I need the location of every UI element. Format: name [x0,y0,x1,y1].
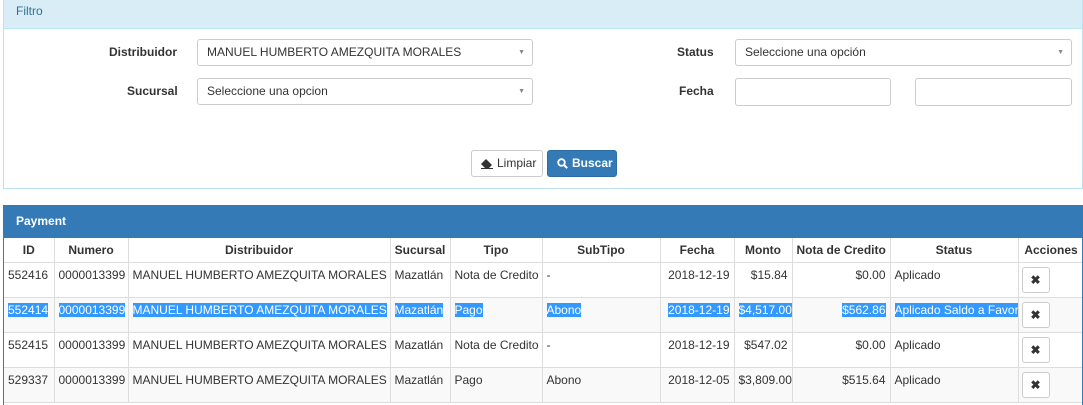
filter-heading: Filtro [4,0,1082,29]
column-header[interactable]: Sucursal [389,238,451,263]
table-cell: $0.00 [791,331,891,368]
table-cell: $4,517.00 [733,296,793,333]
table-cell: Mazatlán [389,296,451,333]
buscar-button[interactable]: Buscar [547,150,617,177]
sucursal-select[interactable]: Seleccione una opcion ▼ [197,78,533,105]
table-cell: MANUEL HUMBERTO AMEZQUITA MORALES [127,331,391,368]
chevron-down-icon: ▼ [518,49,525,56]
actions-cell: ✖ [1017,261,1082,298]
delete-button[interactable]: ✖ [1021,301,1050,328]
fecha-hasta-input[interactable] [915,78,1072,106]
column-header[interactable]: Tipo [449,238,543,263]
filter-panel: Filtro Distribuidor MANUEL HUMBERTO AMEZ… [3,0,1083,189]
column-header[interactable]: Status [889,238,1019,263]
times-icon: ✖ [1030,377,1041,392]
table-row[interactable]: 552415 0000013399 MANUEL HUMBERTO AMEZQUIT… [4,331,1082,368]
distribuidor-select[interactable]: MANUEL HUMBERTO AMEZQUITA MORALES ▼ [197,39,533,66]
table-cell: Pago [449,296,543,333]
distribuidor-label: Distribuidor [109,45,177,59]
table-cell: $547.02 [733,331,793,368]
column-header[interactable]: Distribuidor [127,238,391,263]
sucursal-select-value: Seleccione una opcion [207,84,328,98]
table-cell: 552415 [4,331,55,368]
eraser-icon [481,158,493,169]
table-header-row: ID Numero Distribuidor Sucursal Tipo SubTipo F… [4,238,1082,263]
table-cell: 552416 [4,261,55,298]
column-header[interactable]: ID [4,238,55,263]
table-cell: MANUEL HUMBERTO AMEZQUITA MORALES [127,261,391,298]
table-cell: 2018-12-19 [659,296,735,333]
times-icon: ✖ [1030,272,1041,287]
search-icon [557,158,568,169]
table-row[interactable]: 552416 0000013399 MANUEL HUMBERTO AMEZQUIT… [4,261,1082,298]
table-cell: Nota de Credito [449,261,543,298]
table-cell: Aplicado [889,331,1019,368]
actions-cell: ✖ [1017,366,1082,403]
buscar-label: Buscar [572,156,613,170]
fecha-label: Fecha [679,84,714,98]
table-cell: Abono [541,296,661,333]
table-row[interactable]: 529337 0000013399 MANUEL HUMBERTO AMEZQUIT… [4,366,1082,403]
status-select[interactable]: Seleccione una opción ▼ [735,39,1072,66]
chevron-down-icon: ▼ [518,88,525,95]
table-cell: 0000013399 [53,366,129,403]
table-cell: Aplicado [889,261,1019,298]
delete-button[interactable]: ✖ [1021,336,1050,363]
table-cell: Abono [541,366,661,403]
table-row[interactable]: 552414 0000013399 MANUEL HUMBERTO AMEZQUIT… [4,296,1082,333]
table-cell: 0000013399 [53,296,129,333]
table-cell: - [541,331,661,368]
sucursal-label: Sucursal [127,84,178,98]
limpiar-button[interactable]: Limpiar [471,150,543,177]
column-header[interactable]: Monto [733,238,793,263]
table-cell: 2018-12-05 [659,366,735,403]
table-cell: Mazatlán [389,331,451,368]
column-header[interactable]: Numero [53,238,129,263]
table-cell: 552414 [4,296,55,333]
table-cell: Aplicado Saldo a Favor [889,296,1019,333]
table-cell: $0.00 [791,261,891,298]
delete-button[interactable]: ✖ [1021,266,1050,293]
status-label: Status [677,45,714,59]
delete-button[interactable]: ✖ [1021,371,1050,398]
table-cell: MANUEL HUMBERTO AMEZQUITA MORALES [127,366,391,403]
payment-panel: Payment ID Numero Distribuidor Sucursal Tipo… [3,205,1083,405]
table-cell: 2018-12-19 [659,261,735,298]
table-cell: 0000013399 [53,261,129,298]
column-header[interactable]: Acciones [1017,238,1082,263]
table-cell: Mazatlán [389,261,451,298]
chevron-down-icon: ▼ [1057,49,1064,56]
times-icon: ✖ [1030,307,1041,322]
actions-cell: ✖ [1017,296,1082,333]
actions-cell: ✖ [1017,331,1082,368]
table-cell: 529337 [4,366,55,403]
times-icon: ✖ [1030,342,1041,357]
column-header[interactable]: SubTipo [541,238,661,263]
table-cell: MANUEL HUMBERTO AMEZQUITA MORALES [127,296,391,333]
limpiar-label: Limpiar [497,156,537,170]
table-cell: 0000013399 [53,331,129,368]
fecha-desde-input[interactable] [735,78,891,106]
distribuidor-select-value: MANUEL HUMBERTO AMEZQUITA MORALES [207,45,462,59]
status-select-value: Seleccione una opción [745,45,866,59]
payment-heading: Payment [4,206,1082,238]
table-cell: 2018-12-19 [659,331,735,368]
table-cell: Pago [449,366,543,403]
column-header[interactable]: Fecha [659,238,735,263]
table-cell: $562.86 [791,296,891,333]
table-cell: Mazatlán [389,366,451,403]
table-cell: $515.64 [791,366,891,403]
table-cell: - [541,261,661,298]
column-header[interactable]: Nota de Credito [791,238,891,263]
payment-table: ID Numero Distribuidor Sucursal Tipo SubTipo F… [4,238,1082,403]
table-cell: $3,809.00 [733,366,793,403]
table-cell: Aplicado [889,366,1019,403]
table-cell: $15.84 [733,261,793,298]
table-cell: Nota de Credito [449,331,543,368]
